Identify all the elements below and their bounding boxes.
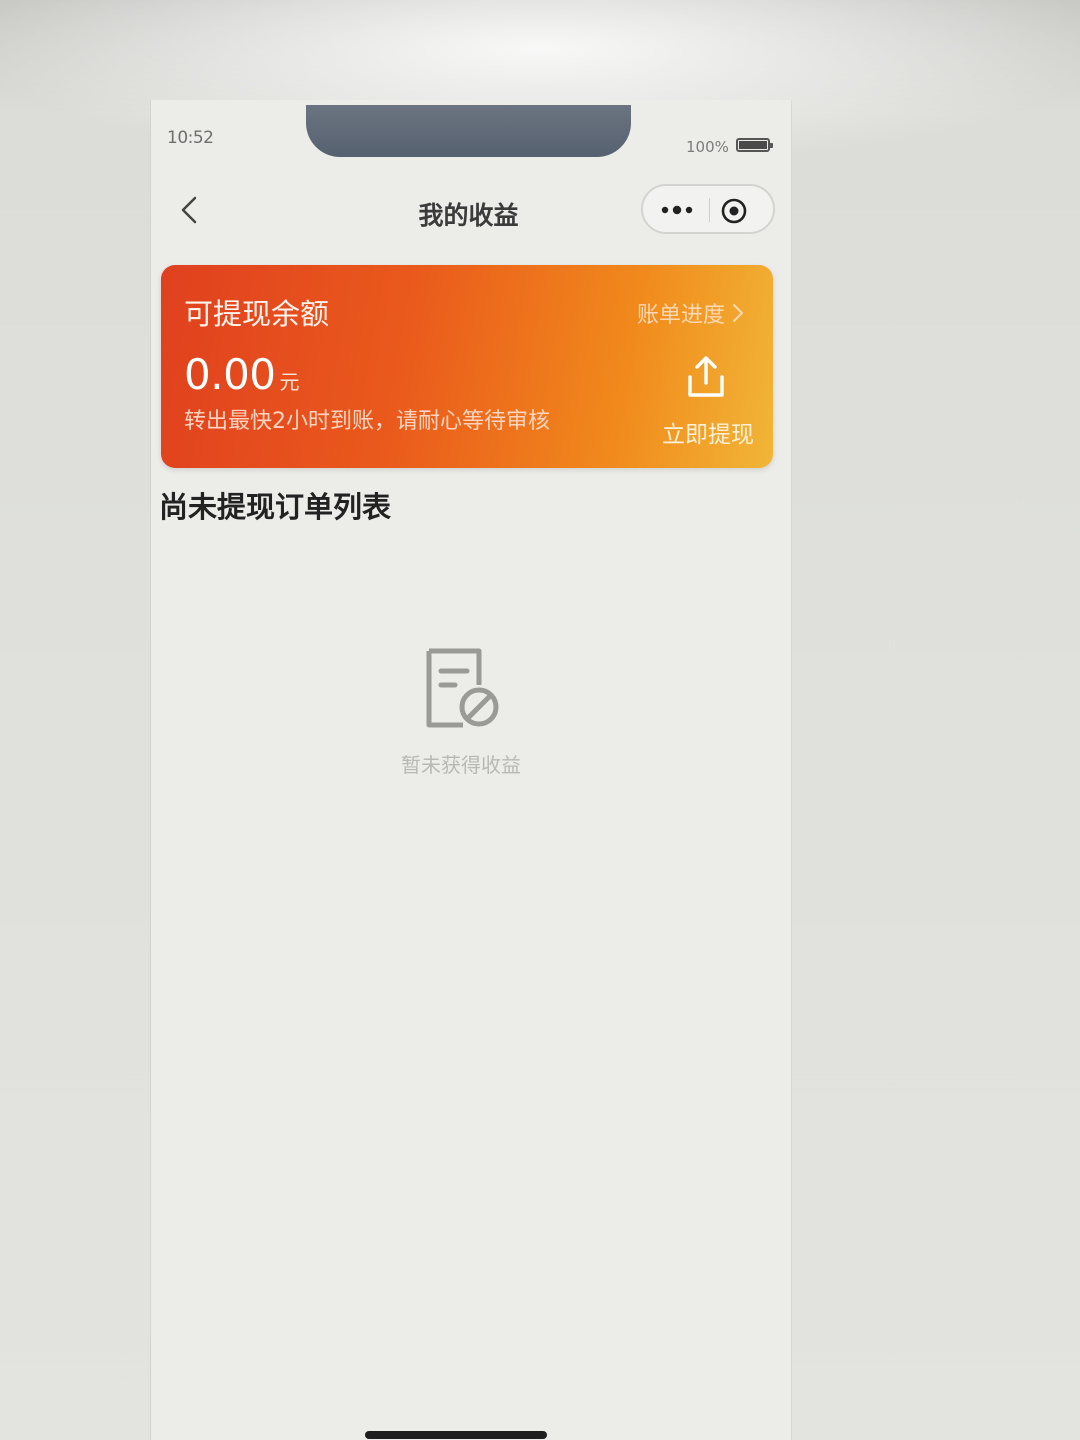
status-time: 10:52 — [167, 128, 214, 148]
upload-icon — [688, 356, 724, 397]
phone-screen: 10:52 100% 我的收益 可提现余额 账单进度 0.00 元 转出最快2小… — [150, 100, 792, 1440]
bill-progress-link[interactable]: 账单进度 — [637, 297, 745, 329]
empty-state-text: 暂未获得收益 — [401, 753, 521, 777]
document-disabled-icon — [426, 648, 499, 728]
withdraw-label: 立即提现 — [662, 422, 754, 448]
capsule-divider — [709, 198, 710, 222]
withdrawable-balance-label: 可提现余额 — [184, 297, 330, 331]
balance-card: 可提现余额 账单进度 0.00 元 转出最快2小时到账，请耐心等待审核 立即提现 — [161, 265, 773, 468]
currency-unit: 元 — [279, 370, 300, 394]
bill-progress-label: 账单进度 — [636, 303, 725, 328]
mini-program-close-icon[interactable] — [719, 196, 749, 226]
battery-percentage: 100% — [686, 138, 729, 156]
status-bar: 10:52 100% — [151, 100, 791, 170]
empty-state: 暂未获得收益 — [381, 645, 541, 785]
withdraw-hint: 转出最快2小时到账，请耐心等待审核 — [184, 409, 550, 434]
mini-program-capsule — [641, 184, 775, 234]
pending-orders-title: 尚未提现订单列表 — [159, 490, 392, 524]
chevron-right-icon — [733, 304, 743, 322]
navigation-bar: 我的收益 — [151, 170, 791, 250]
balance-amount-row: 0.00 元 — [184, 350, 300, 399]
battery-icon — [736, 138, 773, 152]
withdraw-button[interactable]: 立即提现 — [653, 353, 763, 453]
back-chevron-icon[interactable] — [173, 192, 209, 228]
more-dots-icon[interactable] — [651, 196, 703, 224]
home-indicator[interactable] — [365, 1431, 547, 1439]
balance-amount: 0.00 — [184, 350, 276, 399]
camera-notch — [306, 105, 631, 157]
page-title: 我的收益 — [418, 201, 519, 230]
